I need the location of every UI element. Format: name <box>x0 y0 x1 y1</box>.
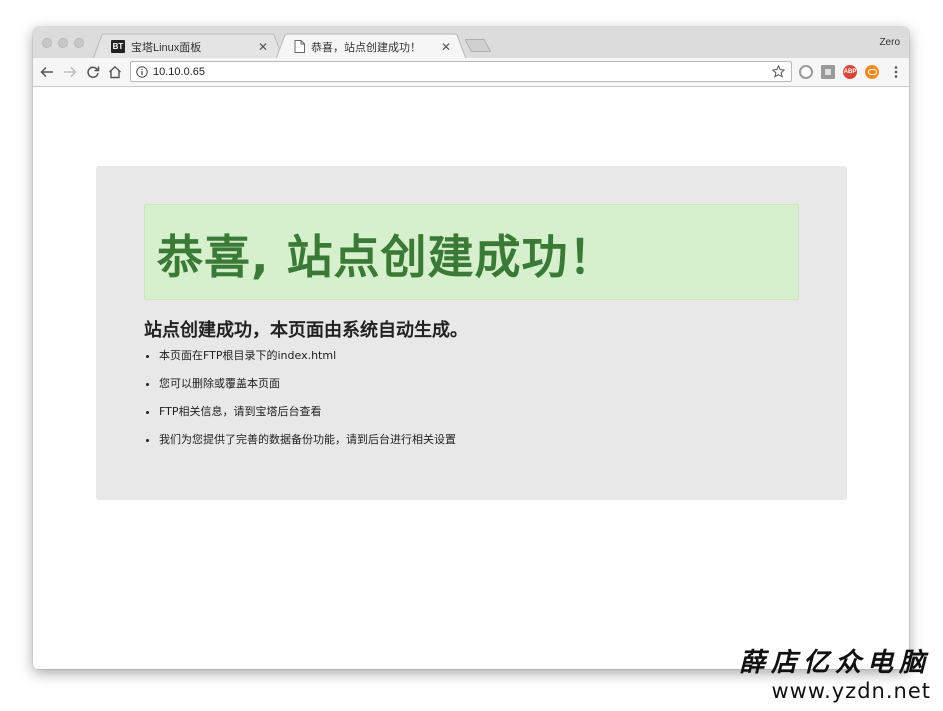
tab-bt-panel[interactable]: BT 宝塔Linux面板 ✕ <box>92 33 284 60</box>
success-alert: 恭喜, 站点创建成功！ <box>144 204 799 300</box>
toolbar: 10.10.0.65 ABP <box>33 58 909 87</box>
page-icon <box>294 40 305 53</box>
list-item: 您可以删除或覆盖本页面 <box>159 377 456 405</box>
adblock-plus-icon[interactable]: ABP <box>843 65 857 79</box>
close-tab-icon[interactable]: ✕ <box>257 40 269 54</box>
home-button[interactable] <box>105 62 125 82</box>
tab-title: 恭喜，站点创建成功！ <box>311 41 421 54</box>
screenshot-extension-icon[interactable] <box>821 65 835 79</box>
bookmark-star-icon[interactable] <box>772 65 785 78</box>
menu-button[interactable] <box>886 62 906 82</box>
more-vert-icon <box>894 66 898 78</box>
list-item: FTP相关信息，请到宝塔后台查看 <box>159 405 456 433</box>
address-bar[interactable]: 10.10.0.65 <box>130 61 792 82</box>
forward-arrow-icon <box>64 66 77 78</box>
list-item: 我们为您提供了完善的数据备份功能，请到后台进行相关设置 <box>159 433 456 461</box>
zoom-window-button[interactable] <box>74 38 84 48</box>
close-tab-icon[interactable]: ✕ <box>440 40 452 54</box>
screenshot-extension-glyph <box>825 69 831 75</box>
list-item: 本页面在FTP根目录下的index.html <box>159 349 456 377</box>
profile-name[interactable]: Zero <box>879 37 900 48</box>
home-icon <box>109 65 121 79</box>
subheading: 站点创建成功，本页面由系统自动生成。 <box>144 320 468 341</box>
reload-button[interactable] <box>83 62 103 82</box>
bt-favicon-icon: BT <box>111 40 125 53</box>
tab-title: 宝塔Linux面板 <box>131 41 202 54</box>
new-tab-button[interactable] <box>465 39 491 52</box>
tab-site-created[interactable]: 恭喜，站点创建成功！ ✕ <box>275 33 467 60</box>
info-list: 本页面在FTP根目录下的index.html 您可以删除或覆盖本页面 FTP相关… <box>144 349 456 461</box>
watermark: 薛店亿众电脑 www.yzdn.net <box>739 648 931 704</box>
tab-strip: BT 宝塔Linux面板 ✕ 恭喜，站点创建成功！ ✕ Zero <box>33 27 909 60</box>
orange-extension-glyph <box>867 69 877 75</box>
close-window-button[interactable] <box>42 38 52 48</box>
watermark-name: 薛店亿众电脑 <box>738 648 931 678</box>
content-container: 恭喜, 站点创建成功！ 站点创建成功，本页面由系统自动生成。 本页面在FTP根目… <box>96 166 847 500</box>
back-arrow-icon <box>40 66 53 78</box>
alert-title: 恭喜, 站点创建成功！ <box>157 230 616 284</box>
orange-extension-icon[interactable] <box>865 65 879 79</box>
info-icon[interactable] <box>136 65 148 78</box>
page-viewport: 恭喜, 站点创建成功！ 站点创建成功，本页面由系统自动生成。 本页面在FTP根目… <box>33 87 909 669</box>
forward-button[interactable] <box>60 62 80 82</box>
minimize-window-button[interactable] <box>58 38 68 48</box>
reload-icon <box>87 66 100 79</box>
adblock-label: ABP <box>843 69 857 75</box>
back-button[interactable] <box>37 62 57 82</box>
url-text[interactable]: 10.10.0.65 <box>153 66 772 78</box>
circle-extension-icon[interactable] <box>799 65 813 79</box>
watermark-url: www.yzdn.net <box>771 679 931 703</box>
browser-window: BT 宝塔Linux面板 ✕ 恭喜，站点创建成功！ ✕ Zero 10.10.0… <box>33 27 909 669</box>
